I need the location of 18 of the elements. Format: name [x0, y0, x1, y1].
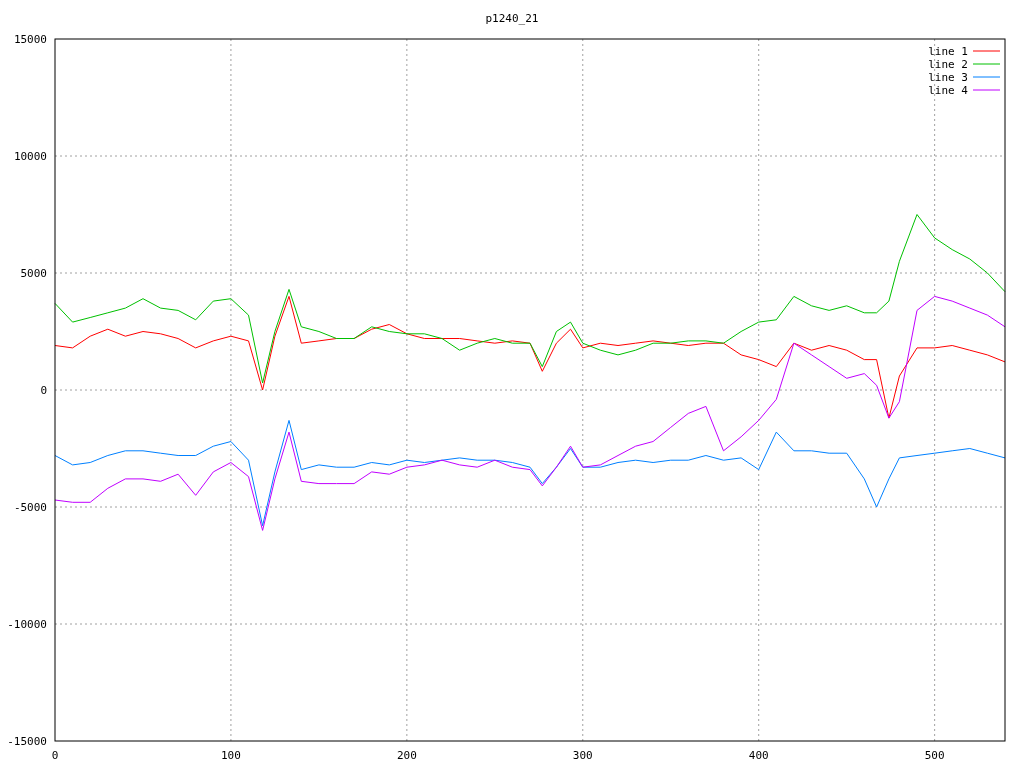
y-tick-label: -5000: [13, 501, 47, 514]
legend-label: line 1: [928, 45, 968, 58]
y-tick-label: 15000: [13, 33, 47, 46]
x-tick-label: 500: [924, 749, 945, 762]
x-tick-label: 400: [748, 749, 769, 762]
y-tick-label: -10000: [7, 618, 47, 631]
legend-label: line 2: [928, 58, 968, 71]
legend-label: line 3: [928, 71, 968, 84]
x-tick-label: 300: [572, 749, 593, 762]
y-tick-label: -15000: [7, 735, 47, 748]
y-tick-label: 5000: [20, 267, 47, 280]
y-tick-label: 0: [40, 384, 47, 397]
x-tick-label: 0: [51, 749, 59, 762]
x-tick-label: 100: [221, 749, 241, 762]
legend-label: line 4: [928, 84, 968, 97]
y-tick-label: 10000: [13, 150, 47, 163]
x-tick-label: 200: [396, 749, 417, 762]
chart-title: p1240_21: [485, 12, 539, 25]
